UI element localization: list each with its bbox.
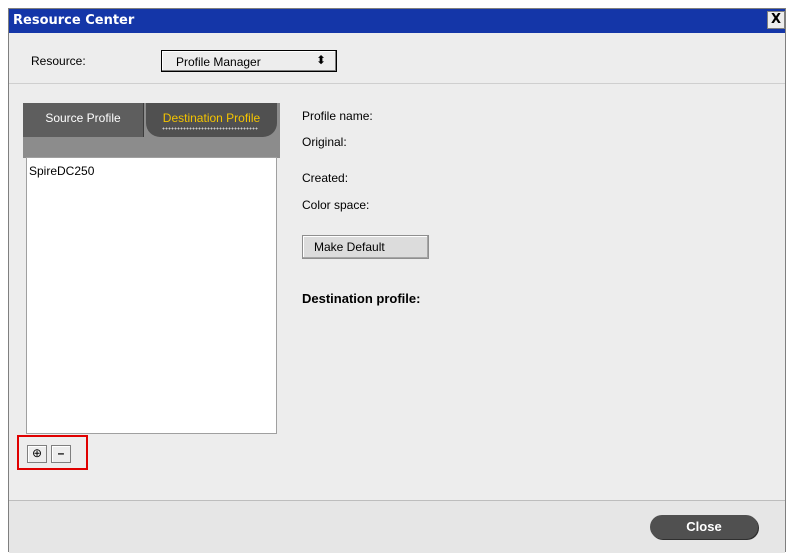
profile-list[interactable]: SpireDC250 (26, 157, 277, 434)
window-title: Resource Center (13, 13, 135, 28)
tab-destination-profile[interactable]: Destination Profile (146, 103, 277, 137)
remove-profile-button[interactable]: – (51, 445, 71, 463)
title-bar[interactable]: Resource Center X (9, 9, 785, 33)
resource-label: Resource: (31, 54, 86, 68)
created-label: Created: (302, 171, 349, 185)
resource-center-window: Resource Center X Resource: Profile Mana… (8, 8, 786, 553)
list-item[interactable]: SpireDC250 (29, 164, 94, 178)
tab-destination-profile-label: Destination Profile (162, 111, 261, 125)
make-default-button[interactable]: Make Default (302, 235, 429, 259)
divider (9, 83, 785, 84)
profile-name-label: Profile name: (302, 109, 373, 123)
profile-tabs: Source Profile Destination Profile (23, 103, 280, 158)
color-space-label: Color space: (302, 198, 370, 212)
destination-profile-heading: Destination profile: (302, 291, 421, 306)
close-button[interactable]: Close (650, 515, 758, 539)
grip-dots-icon (162, 127, 258, 130)
select-arrows-icon: ⬍ (315, 53, 326, 67)
resource-selected-value: Profile Manager (176, 55, 261, 69)
add-profile-button[interactable]: ⊕ (27, 445, 47, 463)
resource-select[interactable]: Profile Manager ⬍ (161, 50, 337, 72)
window-close-icon[interactable]: X (767, 11, 785, 29)
tab-source-profile[interactable]: Source Profile (23, 103, 144, 137)
original-label: Original: (302, 135, 347, 149)
